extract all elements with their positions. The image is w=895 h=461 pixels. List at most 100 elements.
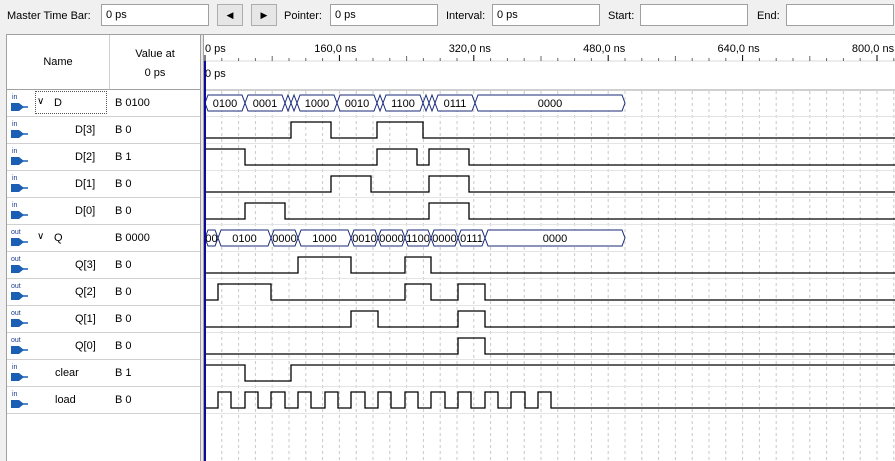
svg-text:out: out: [11, 256, 21, 263]
timeline-ruler: [204, 35, 895, 90]
bus-value-label: 0000: [543, 233, 567, 245]
signal-name: Q[2]: [75, 286, 96, 298]
signal-value: B 0100: [115, 97, 150, 109]
output-pin-icon: out: [10, 336, 28, 356]
bus-value-label: 1000: [312, 233, 336, 245]
bus-value-label: 0111: [460, 233, 483, 245]
svg-text:in: in: [12, 364, 18, 371]
signal-value: B 0: [115, 394, 132, 406]
toolbar: Master Time Bar: 0 ps ◀ ▶ Pointer: 0 ps …: [0, 0, 895, 33]
signal-row-q2[interactable]: out Q[2] B 0: [7, 279, 200, 306]
triangle-left-icon: ◀: [226, 10, 234, 20]
time-tick-label: 480,0 ns: [583, 43, 626, 55]
signal-value: B 1: [115, 151, 132, 163]
signal-waveform: [205, 202, 895, 220]
signal-name: Q[3]: [75, 259, 96, 271]
master-time-bar-field[interactable]: 0 ps: [101, 4, 209, 26]
bus-segment: [428, 93, 436, 113]
signal-row-load[interactable]: in load B 0: [7, 387, 200, 414]
signal-name: Q[1]: [75, 313, 96, 325]
time-tick-label: 640,0 ns: [717, 43, 760, 55]
waveform-canvas[interactable]: 0 ps 160,0 ns 320,0 ns 480,0 ns 640,0 ns 800,…: [204, 35, 895, 461]
output-pin-icon: out: [10, 255, 28, 275]
signal-waveform: [205, 364, 895, 382]
signal-waveform: [205, 121, 895, 139]
chevron-down-icon[interactable]: ∨: [37, 231, 44, 242]
signal-name: Q[0]: [75, 340, 96, 352]
value-column-header[interactable]: Value at 0 ps: [110, 35, 200, 90]
bus-value-label: 0111: [444, 98, 467, 110]
signal-waveform: [205, 148, 895, 166]
interval-field[interactable]: 0 ps: [492, 4, 600, 26]
svg-text:out: out: [11, 310, 21, 317]
output-pin-icon: out: [10, 309, 28, 329]
signal-name: D[0]: [75, 205, 96, 217]
signal-row-q3[interactable]: out Q[3] B 0: [7, 252, 200, 279]
start-label: Start:: [608, 10, 635, 22]
bus-value-label: 0000: [538, 98, 562, 110]
signal-row-q0[interactable]: out Q[0] B 0: [7, 333, 200, 360]
svg-text:in: in: [12, 148, 18, 155]
signal-row-d0[interactable]: in D[0] B 0: [7, 198, 200, 225]
svg-text:out: out: [11, 337, 21, 344]
bus-value-label: 0010: [352, 233, 376, 245]
signal-name: D: [54, 97, 62, 109]
name-column-header[interactable]: Name: [7, 35, 110, 90]
value-column-title: Value at: [135, 48, 175, 60]
signal-waveform: [205, 310, 895, 328]
bus-value-label: 0100: [213, 98, 237, 110]
bus-segment: [290, 93, 298, 113]
previous-transition-button[interactable]: ◀: [217, 4, 243, 26]
output-pin-icon: out: [10, 228, 28, 248]
waveform-area[interactable]: 0 ps 160,0 ns 320,0 ns 480,0 ns 640,0 ns 800,…: [204, 35, 895, 461]
signal-row-d2[interactable]: in D[2] B 1: [7, 144, 200, 171]
bus-value-label: 0001: [253, 98, 277, 110]
time-tick-label: 160,0 ns: [314, 43, 357, 55]
pointer-label: Pointer:: [284, 10, 322, 22]
signal-name: Q: [54, 232, 63, 244]
signal-waveform: [205, 391, 895, 409]
svg-text:out: out: [11, 229, 21, 236]
next-transition-button[interactable]: ▶: [251, 4, 277, 26]
start-field[interactable]: [640, 4, 748, 26]
focus-outline: [35, 91, 107, 114]
name-column-title: Name: [43, 56, 73, 68]
signal-row-d[interactable]: in ∨ D B 0100: [7, 90, 200, 117]
waveform-panel: Name Value at 0 ps in ∨ D B 0100 in D[3] B 0 in…: [6, 34, 895, 461]
interval-label: Interval:: [446, 10, 486, 22]
input-pin-icon: in: [10, 363, 28, 383]
signal-name: D[2]: [75, 151, 96, 163]
signal-row-clear[interactable]: in clear B 1: [7, 360, 200, 387]
end-field[interactable]: [786, 4, 894, 26]
time-tick-label: 800,0 ns: [852, 43, 895, 55]
time-tick-label: 0 ps: [205, 43, 226, 55]
signal-row-d1[interactable]: in D[1] B 0: [7, 171, 200, 198]
triangle-right-icon: ▶: [260, 10, 268, 20]
svg-text:in: in: [12, 121, 18, 128]
signal-row-d3[interactable]: in D[3] B 0: [7, 117, 200, 144]
master-time-bar-label: Master Time Bar:: [7, 10, 91, 22]
signal-value: B 0: [115, 178, 132, 190]
signal-name: load: [55, 394, 76, 406]
pointer-field[interactable]: 0 ps: [330, 4, 438, 26]
input-pin-icon: in: [10, 120, 28, 140]
input-pin-icon: in: [10, 174, 28, 194]
signal-waveform: [205, 337, 895, 355]
signal-value: B 0: [115, 205, 132, 217]
signal-row-q[interactable]: out ∨ Q B 0000: [7, 225, 200, 252]
bus-value-label: 1100: [406, 233, 430, 245]
svg-text:in: in: [12, 391, 18, 398]
bus-value-label: 1000: [305, 98, 329, 110]
signal-value: B 1: [115, 367, 132, 379]
bus-segment: [376, 93, 384, 113]
signal-value: B 0: [115, 286, 132, 298]
signal-waveform: [205, 256, 895, 274]
signal-name: clear: [55, 367, 79, 379]
svg-text:in: in: [12, 202, 18, 209]
signal-row-q1[interactable]: out Q[1] B 0: [7, 306, 200, 333]
bus-value-label: 1100: [391, 98, 415, 110]
signal-name: D[1]: [75, 178, 96, 190]
bus-value-label: 0100: [232, 233, 256, 245]
input-pin-icon: in: [10, 147, 28, 167]
input-pin-icon: in: [10, 201, 28, 221]
